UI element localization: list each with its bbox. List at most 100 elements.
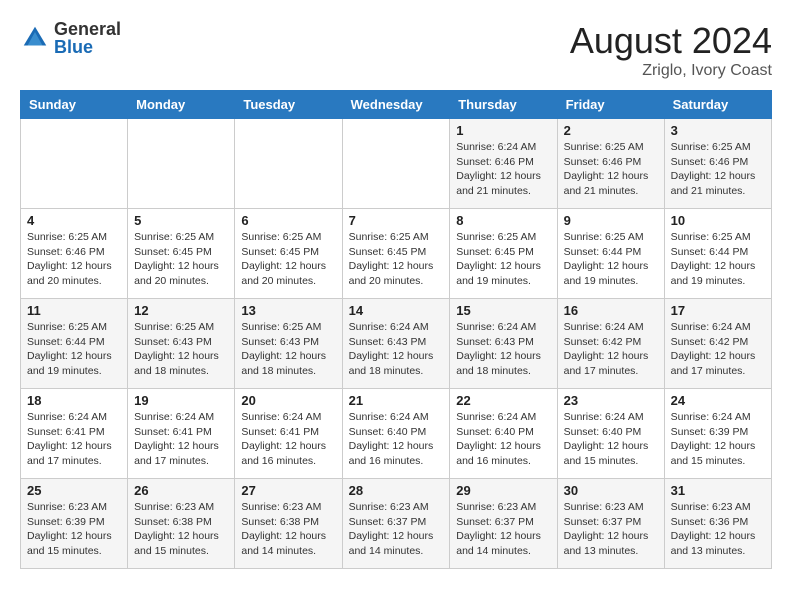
column-header-thursday: Thursday: [450, 91, 557, 119]
calendar-cell: 3Sunrise: 6:25 AMSunset: 6:46 PMDaylight…: [664, 119, 771, 209]
day-info: Sunrise: 6:25 AMSunset: 6:46 PMDaylight:…: [27, 230, 121, 289]
day-number: 12: [134, 303, 228, 318]
day-number: 9: [564, 213, 658, 228]
calendar-cell: [342, 119, 450, 209]
calendar-cell: 9 Sunrise: 6:25 AMSunset: 6:44 PMDaylight…: [557, 209, 664, 299]
month-year-title: August 2024: [570, 20, 772, 62]
calendar-cell: 18 Sunrise: 6:24 AMSunset: 6:41 PMDayligh…: [21, 389, 128, 479]
day-info: Sunrise: 6:25 AMSunset: 6:45 PMDaylight:…: [456, 230, 550, 289]
day-info: Sunrise: 6:25 AMSunset: 6:43 PMDaylight:…: [134, 320, 228, 379]
logo-general-text: General: [54, 19, 121, 39]
calendar-cell: 21 Sunrise: 6:24 AMSunset: 6:40 PMDayligh…: [342, 389, 450, 479]
title-block: August 2024 Zriglo, Ivory Coast: [570, 20, 772, 80]
day-info: Sunrise: 6:25 AMSunset: 6:44 PMDaylight:…: [564, 230, 658, 289]
day-info: Sunrise: 6:23 AMSunset: 6:38 PMDaylight:…: [134, 500, 228, 559]
day-info: Sunrise: 6:24 AMSunset: 6:40 PMDaylight:…: [349, 410, 444, 469]
day-number: 19: [134, 393, 228, 408]
day-info: Sunrise: 6:25 AMSunset: 6:44 PMDaylight:…: [671, 230, 765, 289]
calendar-week-row: 25 Sunrise: 6:23 AMSunset: 6:39 PMDayligh…: [21, 479, 772, 569]
day-number: 31: [671, 483, 765, 498]
day-number: 20: [241, 393, 335, 408]
column-header-saturday: Saturday: [664, 91, 771, 119]
page-header: General Blue August 2024 Zriglo, Ivory C…: [20, 20, 772, 80]
calendar-week-row: 18 Sunrise: 6:24 AMSunset: 6:41 PMDayligh…: [21, 389, 772, 479]
day-number: 1: [456, 123, 550, 138]
day-number: 30: [564, 483, 658, 498]
day-number: 23: [564, 393, 658, 408]
calendar-week-row: 1 Sunrise: 6:24 AMSunset: 6:46 PMDaylight…: [21, 119, 772, 209]
column-header-monday: Monday: [128, 91, 235, 119]
day-number: 28: [349, 483, 444, 498]
calendar-cell: 29 Sunrise: 6:23 AMSunset: 6:37 PMDayligh…: [450, 479, 557, 569]
calendar-cell: 7Sunrise: 6:25 AMSunset: 6:45 PMDaylight…: [342, 209, 450, 299]
calendar-table: SundayMondayTuesdayWednesdayThursdayFrid…: [20, 90, 772, 569]
day-info: Sunrise: 6:23 AMSunset: 6:37 PMDaylight:…: [564, 500, 658, 559]
calendar-header-row: SundayMondayTuesdayWednesdayThursdayFrid…: [21, 91, 772, 119]
day-info: Sunrise: 6:24 AMSunset: 6:42 PMDaylight:…: [564, 320, 658, 379]
day-number: 21: [349, 393, 444, 408]
calendar-cell: 30 Sunrise: 6:23 AMSunset: 6:37 PMDayligh…: [557, 479, 664, 569]
calendar-cell: 11 Sunrise: 6:25 AMSunset: 6:44 PMDayligh…: [21, 299, 128, 389]
day-number: 11: [27, 303, 121, 318]
day-info: Sunrise: 6:25 AMSunset: 6:46 PMDaylight:…: [671, 140, 765, 199]
day-info: Sunrise: 6:25 AMSunset: 6:45 PMDaylight:…: [241, 230, 335, 289]
logo-blue-text: Blue: [54, 37, 93, 57]
day-info: Sunrise: 6:24 AMSunset: 6:41 PMDaylight:…: [134, 410, 228, 469]
day-number: 29: [456, 483, 550, 498]
day-number: 14: [349, 303, 444, 318]
calendar-cell: 17Sunrise: 6:24 AMSunset: 6:42 PMDayligh…: [664, 299, 771, 389]
calendar-cell: 20 Sunrise: 6:24 AMSunset: 6:41 PMDayligh…: [235, 389, 342, 479]
day-number: 22: [456, 393, 550, 408]
day-info: Sunrise: 6:23 AMSunset: 6:37 PMDaylight:…: [349, 500, 444, 559]
calendar-cell: 8 Sunrise: 6:25 AMSunset: 6:45 PMDaylight…: [450, 209, 557, 299]
column-header-tuesday: Tuesday: [235, 91, 342, 119]
calendar-cell: 31 Sunrise: 6:23 AMSunset: 6:36 PMDayligh…: [664, 479, 771, 569]
calendar-cell: 2Sunrise: 6:25 AMSunset: 6:46 PMDaylight…: [557, 119, 664, 209]
day-number: 8: [456, 213, 550, 228]
day-number: 7: [349, 213, 444, 228]
calendar-cell: 5Sunrise: 6:25 AMSunset: 6:45 PMDaylight…: [128, 209, 235, 299]
day-number: 25: [27, 483, 121, 498]
column-header-wednesday: Wednesday: [342, 91, 450, 119]
calendar-cell: [235, 119, 342, 209]
calendar-cell: 4Sunrise: 6:25 AMSunset: 6:46 PMDaylight…: [21, 209, 128, 299]
day-info: Sunrise: 6:24 AMSunset: 6:41 PMDaylight:…: [241, 410, 335, 469]
calendar-cell: 22 Sunrise: 6:24 AMSunset: 6:40 PMDayligh…: [450, 389, 557, 479]
day-info: Sunrise: 6:25 AMSunset: 6:44 PMDaylight:…: [27, 320, 121, 379]
calendar-cell: [21, 119, 128, 209]
day-number: 18: [27, 393, 121, 408]
day-info: Sunrise: 6:24 AMSunset: 6:46 PMDaylight:…: [456, 140, 550, 199]
day-info: Sunrise: 6:23 AMSunset: 6:36 PMDaylight:…: [671, 500, 765, 559]
day-info: Sunrise: 6:24 AMSunset: 6:42 PMDaylight:…: [671, 320, 765, 379]
day-number: 13: [241, 303, 335, 318]
day-info: Sunrise: 6:24 AMSunset: 6:40 PMDaylight:…: [564, 410, 658, 469]
calendar-cell: 15 Sunrise: 6:24 AMSunset: 6:43 PMDayligh…: [450, 299, 557, 389]
day-info: Sunrise: 6:23 AMSunset: 6:38 PMDaylight:…: [241, 500, 335, 559]
day-info: Sunrise: 6:24 AMSunset: 6:43 PMDaylight:…: [456, 320, 550, 379]
day-info: Sunrise: 6:23 AMSunset: 6:37 PMDaylight:…: [456, 500, 550, 559]
day-number: 24: [671, 393, 765, 408]
calendar-cell: 13Sunrise: 6:25 AMSunset: 6:43 PMDayligh…: [235, 299, 342, 389]
day-number: 15: [456, 303, 550, 318]
column-header-friday: Friday: [557, 91, 664, 119]
calendar-cell: 28 Sunrise: 6:23 AMSunset: 6:37 PMDayligh…: [342, 479, 450, 569]
day-info: Sunrise: 6:25 AMSunset: 6:45 PMDaylight:…: [134, 230, 228, 289]
calendar-cell: 24Sunrise: 6:24 AMSunset: 6:39 PMDayligh…: [664, 389, 771, 479]
calendar-cell: 10 Sunrise: 6:25 AMSunset: 6:44 PMDayligh…: [664, 209, 771, 299]
calendar-cell: 12 Sunrise: 6:25 AMSunset: 6:43 PMDayligh…: [128, 299, 235, 389]
column-header-sunday: Sunday: [21, 91, 128, 119]
day-number: 6: [241, 213, 335, 228]
day-number: 27: [241, 483, 335, 498]
day-info: Sunrise: 6:24 AMSunset: 6:40 PMDaylight:…: [456, 410, 550, 469]
calendar-cell: [128, 119, 235, 209]
calendar-cell: 1 Sunrise: 6:24 AMSunset: 6:46 PMDaylight…: [450, 119, 557, 209]
calendar-week-row: 4Sunrise: 6:25 AMSunset: 6:46 PMDaylight…: [21, 209, 772, 299]
calendar-cell: 25 Sunrise: 6:23 AMSunset: 6:39 PMDayligh…: [21, 479, 128, 569]
calendar-cell: 14Sunrise: 6:24 AMSunset: 6:43 PMDayligh…: [342, 299, 450, 389]
calendar-cell: 16Sunrise: 6:24 AMSunset: 6:42 PMDayligh…: [557, 299, 664, 389]
day-info: Sunrise: 6:23 AMSunset: 6:39 PMDaylight:…: [27, 500, 121, 559]
day-number: 2: [564, 123, 658, 138]
day-info: Sunrise: 6:24 AMSunset: 6:41 PMDaylight:…: [27, 410, 121, 469]
day-number: 10: [671, 213, 765, 228]
calendar-cell: 6 Sunrise: 6:25 AMSunset: 6:45 PMDaylight…: [235, 209, 342, 299]
